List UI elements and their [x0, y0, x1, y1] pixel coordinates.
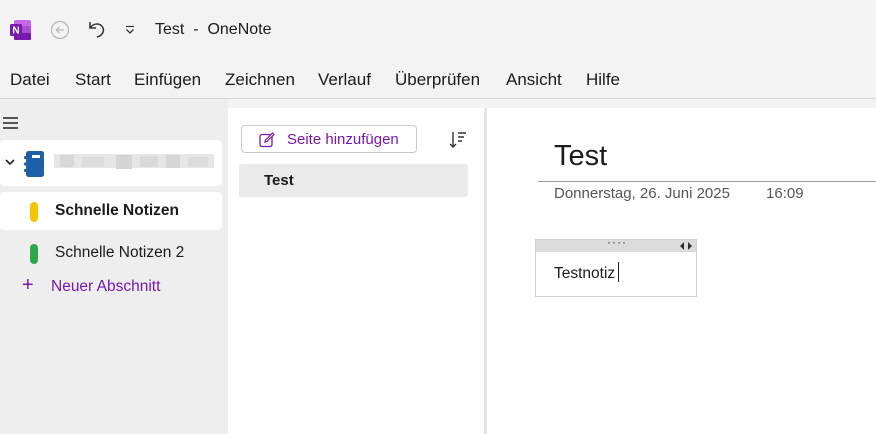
back-arrow-icon[interactable]: [50, 20, 70, 40]
menu-hilfe[interactable]: Hilfe: [586, 70, 620, 90]
section-color-tab: [30, 202, 38, 222]
window-title: Test - OneNote: [155, 21, 272, 38]
text-cursor: [618, 262, 620, 282]
section-color-tab: [30, 244, 38, 264]
page-title[interactable]: Test: [554, 140, 607, 173]
undo-icon[interactable]: [85, 18, 107, 40]
section-label: Schnelle Notizen: [55, 202, 180, 219]
notebook-navigation-pane: Schnelle Notizen Schnelle Notizen 2 + Ne…: [0, 99, 228, 434]
menu-bar: Datei Start Einfügen Zeichnen Verlauf Üb…: [0, 60, 876, 99]
menu-zeichnen[interactable]: Zeichnen: [225, 70, 295, 90]
page-list-pane: Seite hinzufügen Test: [228, 108, 484, 434]
add-page-label: Seite hinzufügen: [287, 131, 399, 148]
title-bar: N Test - OneNote: [0, 0, 876, 60]
page-item-label: Test: [264, 172, 294, 189]
menu-ueberpruefen[interactable]: Überprüfen: [395, 70, 480, 90]
add-section-button[interactable]: + Neuer Abschnitt: [22, 274, 222, 299]
menu-datei[interactable]: Datei: [10, 70, 50, 90]
notebook-name-blurred: [54, 154, 214, 169]
note-container-handle[interactable]: ····: [536, 235, 696, 252]
page-time: 16:09: [766, 185, 804, 202]
note-text[interactable]: Testnotiz: [554, 265, 615, 282]
hamburger-menu-icon[interactable]: [3, 116, 19, 130]
section-label: Schnelle Notizen 2: [55, 244, 185, 261]
menu-verlauf[interactable]: Verlauf: [318, 70, 371, 90]
add-section-label: Neuer Abschnitt: [51, 278, 161, 295]
notebook-item[interactable]: [0, 140, 222, 186]
svg-text:N: N: [12, 26, 19, 37]
drag-handle-icon[interactable]: ····: [607, 235, 627, 249]
chevron-down-icon[interactable]: [124, 24, 136, 36]
onenote-logo-icon: N: [10, 20, 31, 40]
section-item-schnelle-notizen-2[interactable]: Schnelle Notizen 2: [0, 234, 222, 272]
page-canvas[interactable]: Test Donnerstag, 26. Juni 2025 16:09 ···…: [487, 108, 876, 434]
menu-ansicht[interactable]: Ansicht: [506, 70, 562, 90]
menu-einfuegen[interactable]: Einfügen: [134, 70, 201, 90]
sort-icon[interactable]: [448, 130, 468, 150]
note-container[interactable]: ···· Testnotiz: [535, 235, 697, 297]
menu-start[interactable]: Start: [75, 70, 111, 90]
page-item-test[interactable]: Test: [239, 164, 468, 197]
notebook-icon: [24, 151, 44, 177]
new-page-icon: [259, 132, 275, 148]
resize-arrows-icon[interactable]: [679, 241, 693, 251]
page-date: Donnerstag, 26. Juni 2025: [554, 185, 730, 202]
add-page-button[interactable]: Seite hinzufügen: [241, 125, 417, 153]
chevron-down-icon[interactable]: [4, 156, 16, 168]
title-underline: [538, 181, 876, 182]
section-item-schnelle-notizen[interactable]: Schnelle Notizen: [0, 192, 222, 230]
plus-icon: +: [22, 274, 34, 296]
